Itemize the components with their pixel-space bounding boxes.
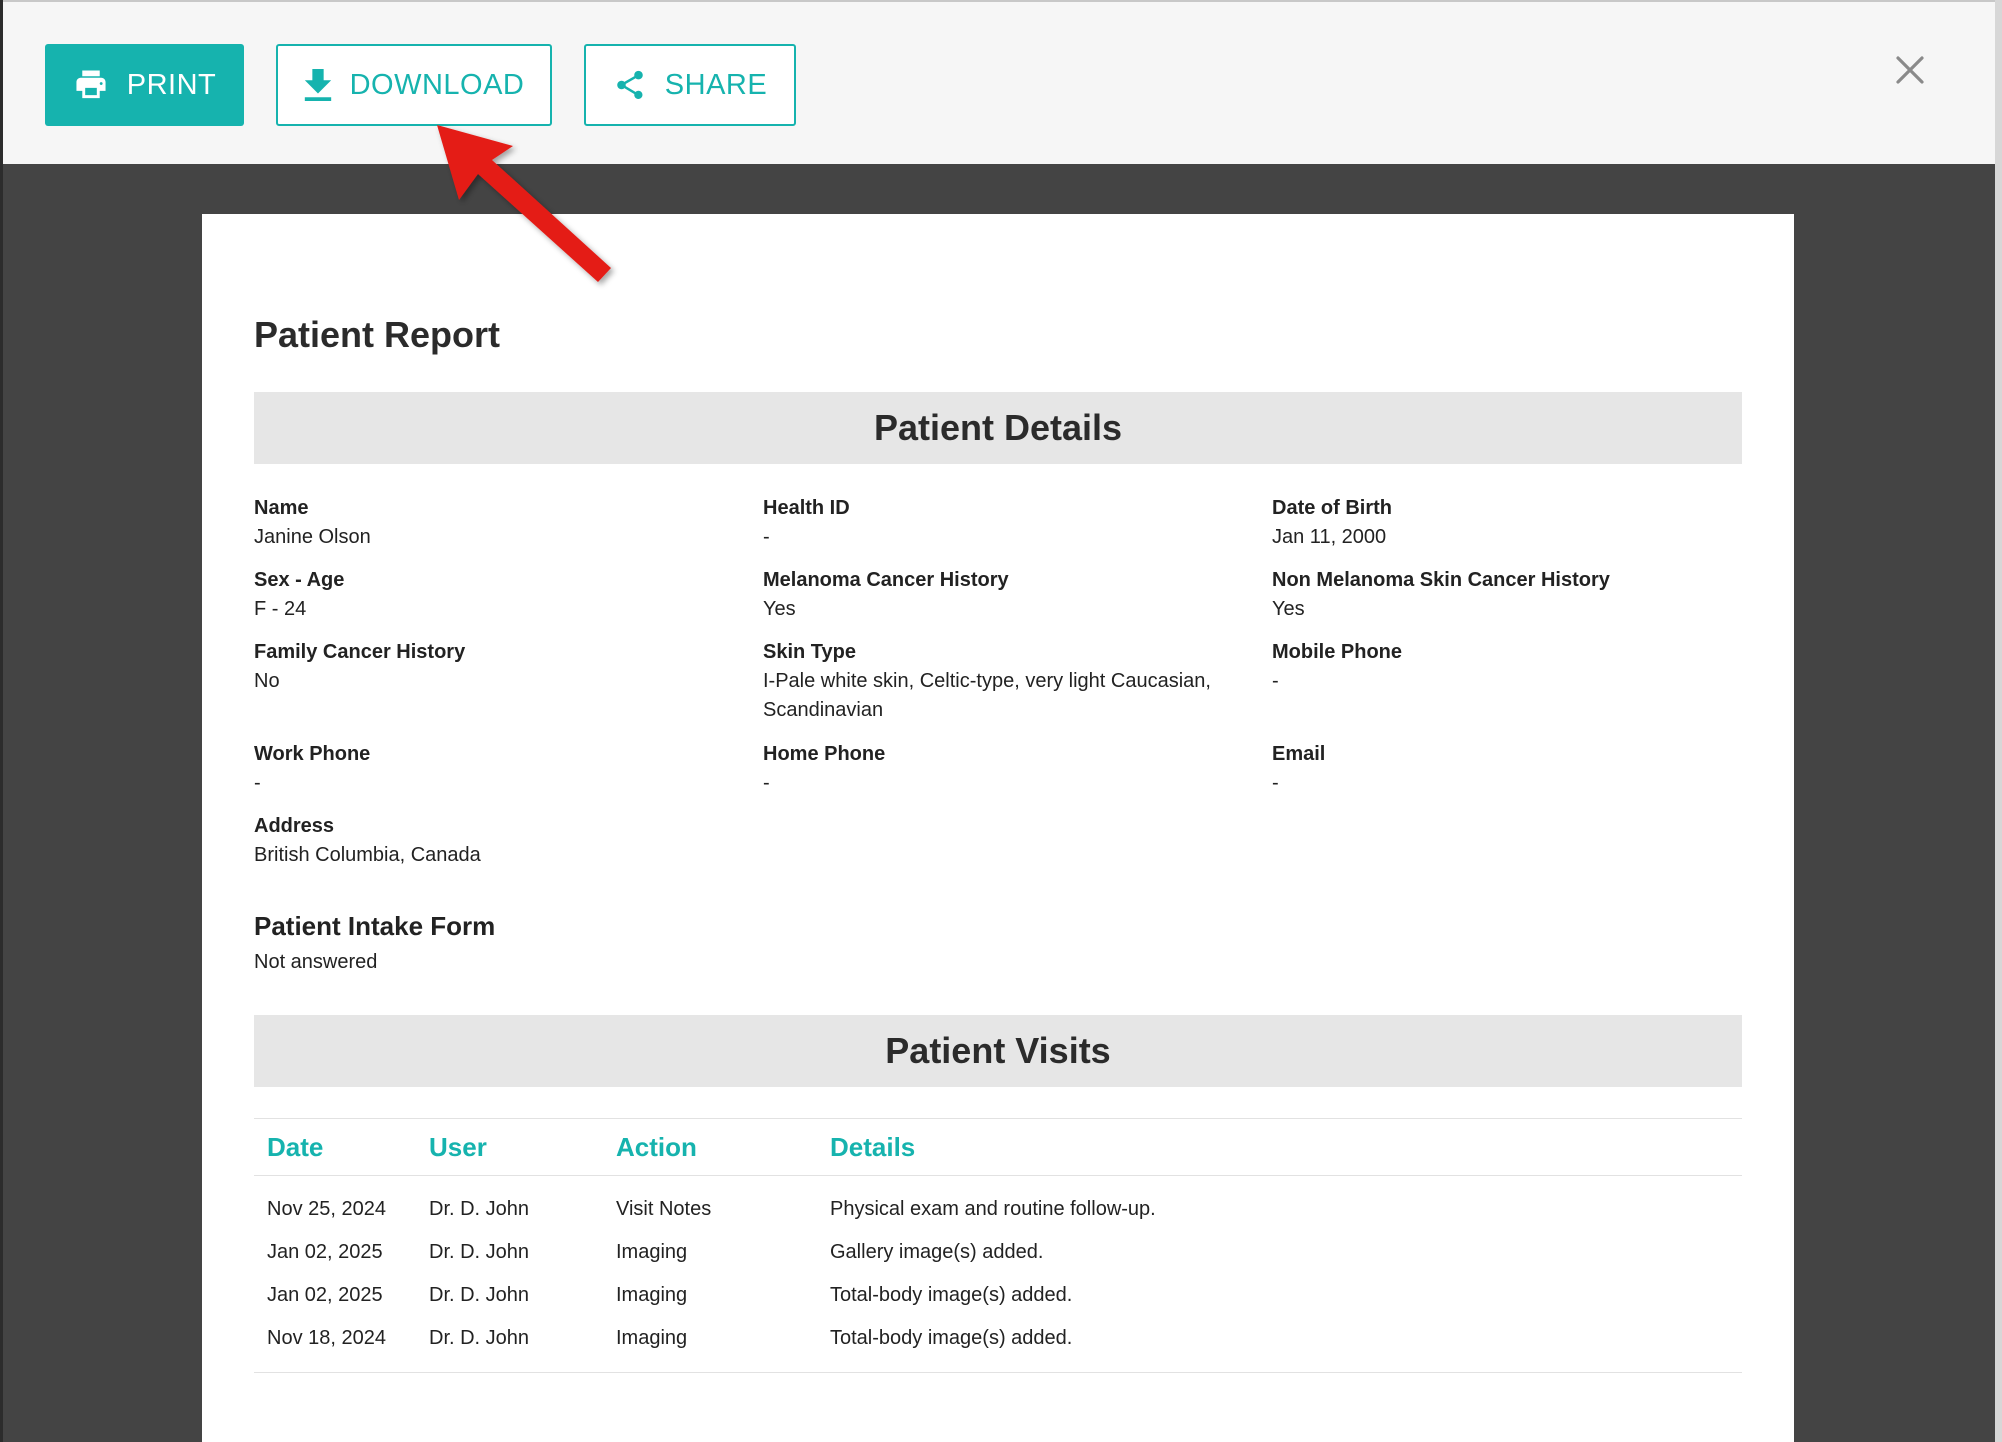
field-melanoma-history: Melanoma Cancer History Yes	[763, 566, 1243, 624]
field-health-id: Health ID -	[763, 494, 1243, 552]
field-family-cancer-history: Family Cancer History No	[254, 638, 734, 696]
field-label: Work Phone	[254, 743, 371, 765]
cell-details: Total-body image(s) added.	[830, 1284, 1073, 1306]
share-label: SHARE	[664, 68, 768, 101]
field-label: Home Phone	[763, 743, 886, 765]
right-edge	[1995, 0, 2002, 1442]
column-header-user[interactable]: User	[416, 1118, 603, 1176]
cell-user: Dr. D. John	[429, 1241, 530, 1263]
cell-date: Nov 25, 2024	[267, 1198, 386, 1220]
field-label: Skin Type	[763, 641, 856, 663]
field-label: Melanoma Cancer History	[763, 569, 1009, 591]
field-label: Date of Birth	[1272, 497, 1392, 519]
print-button[interactable]: PRINT	[45, 44, 244, 126]
field-date-of-birth: Date of Birth Jan 11, 2000	[1272, 494, 1752, 552]
field-value: -	[1272, 670, 1279, 692]
column-header-action[interactable]: Action	[603, 1118, 817, 1176]
field-skin-type: Skin Type I-Pale white skin, Celtic-type…	[763, 638, 1243, 725]
cell-date: Jan 02, 2025	[267, 1284, 383, 1306]
share-button[interactable]: SHARE	[584, 44, 796, 126]
field-value: -	[763, 526, 770, 548]
cell-action: Imaging	[616, 1241, 688, 1263]
cell-action: Imaging	[616, 1284, 688, 1306]
report-title: Patient Report	[254, 314, 501, 355]
field-non-melanoma-history: Non Melanoma Skin Cancer History Yes	[1272, 566, 1752, 624]
intake-form-status: Not answered	[254, 951, 378, 973]
close-button[interactable]	[1890, 52, 1930, 92]
printer-icon	[73, 69, 109, 101]
field-mobile-phone: Mobile Phone -	[1272, 638, 1752, 696]
cell-details: Gallery image(s) added.	[830, 1241, 1044, 1263]
cell-date: Nov 18, 2024	[254, 1317, 416, 1373]
field-value: Yes	[1272, 598, 1305, 620]
table-row: Jan 02, 2025 Dr. D. John Imaging Gallery…	[254, 1231, 1742, 1274]
cell-action: Imaging	[603, 1317, 817, 1373]
field-value: F - 24	[254, 598, 307, 620]
table-row: Nov 18, 2024 Dr. D. John Imaging Total-b…	[254, 1317, 1742, 1373]
download-button[interactable]: DOWNLOAD	[276, 44, 552, 126]
patient-details-heading: Patient Details	[254, 392, 1742, 464]
patient-visits-heading: Patient Visits	[254, 1015, 1742, 1087]
field-value: -	[1272, 772, 1279, 794]
field-email: Email -	[1272, 740, 1752, 798]
field-value: Yes	[763, 598, 796, 620]
left-edge	[0, 0, 3, 1442]
cell-user: Dr. D. John	[429, 1198, 530, 1220]
print-label: PRINT	[126, 68, 217, 101]
field-value: -	[763, 772, 770, 794]
download-label: DOWNLOAD	[349, 68, 525, 101]
field-label: Health ID	[763, 497, 850, 519]
field-label: Name	[254, 497, 309, 519]
field-value: Janine Olson	[254, 526, 371, 548]
table-row: Nov 25, 2024 Dr. D. John Visit Notes Phy…	[254, 1176, 1742, 1232]
field-label: Sex - Age	[254, 569, 345, 591]
dialog-toolbar: PRINT DOWNLOAD SHARE	[3, 0, 1995, 164]
table-row: Jan 02, 2025 Dr. D. John Imaging Total-b…	[254, 1274, 1742, 1317]
close-icon	[1895, 55, 1925, 90]
share-icon	[613, 68, 647, 102]
report-document: Patient Report Patient Details Name Jani…	[202, 214, 1794, 1442]
field-value: I-Pale white skin, Celtic-type, very lig…	[763, 670, 1211, 721]
intake-form-title: Patient Intake Form	[254, 911, 496, 941]
field-name: Name Janine Olson	[254, 494, 734, 552]
field-label: Family Cancer History	[254, 641, 466, 663]
field-label: Non Melanoma Skin Cancer History	[1272, 569, 1610, 591]
field-value: No	[254, 670, 280, 692]
field-value: British Columbia, Canada	[254, 844, 481, 866]
cell-action: Visit Notes	[616, 1198, 712, 1220]
field-value: Jan 11, 2000	[1272, 526, 1387, 548]
visits-table: Date User Action Details Nov 25, 2024 Dr…	[254, 1118, 1742, 1373]
field-sex-age: Sex - Age F - 24	[254, 566, 734, 624]
cell-details: Total-body image(s) added.	[817, 1317, 1742, 1373]
field-value: -	[254, 772, 261, 794]
cell-user: Dr. D. John	[429, 1284, 530, 1306]
column-header-date[interactable]: Date	[254, 1118, 416, 1176]
cell-details: Physical exam and routine follow-up.	[830, 1198, 1156, 1220]
column-header-details[interactable]: Details	[817, 1118, 1742, 1176]
field-label: Email	[1272, 743, 1326, 765]
field-address: Address British Columbia, Canada	[254, 812, 734, 870]
cell-user: Dr. D. John	[416, 1317, 603, 1373]
table-header-row: Date User Action Details	[254, 1118, 1742, 1176]
download-icon	[304, 69, 332, 101]
field-work-phone: Work Phone -	[254, 740, 734, 798]
field-label: Mobile Phone	[1272, 641, 1402, 663]
field-label: Address	[254, 815, 335, 837]
field-home-phone: Home Phone -	[763, 740, 1243, 798]
cell-date: Jan 02, 2025	[267, 1241, 383, 1263]
